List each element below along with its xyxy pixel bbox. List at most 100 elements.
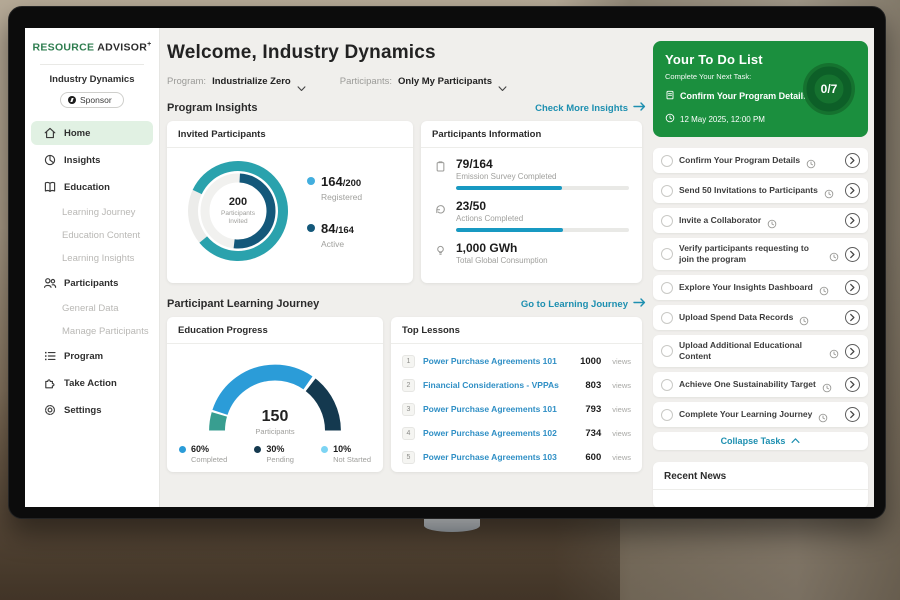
task-checkbox[interactable] — [661, 345, 673, 357]
task-open-button[interactable] — [845, 280, 860, 295]
puzzle-icon — [43, 376, 57, 390]
task-upload-spend-data[interactable]: Upload Spend Data Records — [653, 305, 868, 330]
task-achieve-sustainability-target[interactable]: Achieve One Sustainability Target — [653, 372, 868, 397]
task-checkbox[interactable] — [661, 312, 673, 324]
task-invite-collaborator[interactable]: Invite a Collaborator — [653, 208, 868, 233]
list-icon — [43, 349, 57, 363]
lesson-row: 1 Power Purchase Agreements 101 1000 vie… — [402, 349, 631, 373]
task-checkbox[interactable] — [661, 282, 673, 294]
sidebar-item-home[interactable]: Home — [31, 121, 153, 145]
clock-icon — [822, 380, 832, 390]
main-content: Welcome, Industry Dynamics Program: Indu… — [167, 28, 646, 507]
sidebar-item-learning-insights[interactable]: Learning Insights — [31, 248, 153, 269]
task-checkbox[interactable] — [661, 185, 673, 197]
task-checkbox[interactable] — [661, 248, 673, 260]
task-open-button[interactable] — [845, 247, 860, 262]
gauge-legend: 60% Completed 30% Pending 10% — [167, 436, 383, 464]
invited-donut-chart: 200 Participants Invited 164/200 Registe — [167, 148, 413, 266]
collapse-tasks-button[interactable]: Collapse Tasks — [653, 432, 868, 450]
sidebar-item-settings[interactable]: Settings — [31, 398, 153, 422]
task-open-button[interactable] — [845, 310, 860, 325]
lesson-link[interactable]: Power Purchase Agreements 101 — [423, 404, 577, 414]
sidebar-item-manage-participants[interactable]: Manage Participants — [31, 321, 153, 342]
sidebar-item-insights[interactable]: Insights — [31, 148, 153, 172]
task-open-button[interactable] — [845, 377, 860, 392]
sidebar: RESOURCE ADVISOR+ Industry Dynamics Spon… — [25, 28, 160, 507]
gear-icon — [43, 403, 57, 417]
go-to-learning-journey-link[interactable]: Go to Learning Journey — [521, 298, 646, 310]
learning-journey-heading: Participant Learning Journey — [167, 298, 319, 310]
legend-not-started: 10% Not Started — [321, 444, 371, 464]
todo-summary-card: Your To Do List Complete Your Next Task:… — [653, 41, 868, 137]
task-checkbox[interactable] — [661, 379, 673, 391]
program-insights-heading: Program Insights — [167, 102, 257, 114]
task-open-button[interactable] — [845, 213, 860, 228]
task-open-button[interactable] — [845, 183, 860, 198]
lesson-link[interactable]: Power Purchase Agreements 103 — [423, 452, 577, 462]
recent-news-card: Recent News — [653, 462, 868, 507]
donut-legend: 164/200 Registered 84/164 Active — [307, 173, 362, 249]
legend-dot — [321, 446, 328, 453]
check-more-insights-link[interactable]: Check More Insights — [535, 102, 646, 114]
task-checkbox[interactable] — [661, 155, 673, 167]
program-dropdown[interactable]: Program: Industrialize Zero — [167, 76, 306, 87]
lesson-link[interactable]: Financial Considerations - VPPAs — [423, 380, 577, 390]
donut-chart: 200 Participants Invited — [183, 156, 293, 266]
app-logo: RESOURCE ADVISOR+ — [25, 28, 159, 54]
task-explore-insights[interactable]: Explore Your Insights Dashboard — [653, 275, 868, 300]
task-open-button[interactable] — [845, 153, 860, 168]
chevron-down-icon — [297, 79, 306, 85]
sidebar-item-general-data[interactable]: General Data — [31, 298, 153, 319]
rank-badge: 5 — [402, 451, 415, 464]
task-checkbox[interactable] — [661, 409, 673, 421]
participants-dropdown[interactable]: Participants: Only My Participants — [340, 76, 507, 87]
lesson-row: 5 Power Purchase Agreements 103 600 view… — [402, 445, 631, 469]
participants-information-card: Participants Information 79/164 Emission… — [421, 121, 642, 283]
task-checkbox[interactable] — [661, 215, 673, 227]
legend-dot — [179, 446, 186, 453]
stat-total-consumption: 1,000 GWh Total Global Consumption — [434, 241, 629, 265]
card-title: Invited Participants — [167, 121, 413, 148]
organization-name: Industry Dynamics — [25, 74, 159, 85]
task-list: Confirm Your Program Details Send 50 Inv… — [653, 148, 868, 427]
recent-news-heading: Recent News — [653, 462, 868, 490]
progress-bar — [456, 228, 629, 232]
lessons-list: 1 Power Purchase Agreements 101 1000 vie… — [391, 344, 642, 469]
legend-completed: 60% Completed — [179, 444, 227, 464]
clipboard-icon — [434, 160, 447, 173]
people-icon — [43, 276, 57, 290]
legend-dot — [307, 224, 315, 232]
todo-progress-count: 0/7 — [800, 60, 858, 118]
task-send-invitations[interactable]: Send 50 Invitations to Participants — [653, 178, 868, 203]
task-open-button[interactable] — [845, 344, 860, 359]
program-insights-header: Program Insights Check More Insights — [167, 102, 646, 114]
chevron-up-icon — [791, 436, 800, 446]
rank-badge: 4 — [402, 427, 415, 440]
sidebar-item-program[interactable]: Program — [31, 344, 153, 368]
lesson-link[interactable]: Power Purchase Agreements 101 — [423, 356, 572, 366]
task-complete-learning-journey[interactable]: Complete Your Learning Journey — [653, 402, 868, 427]
monitor-bezel: RESOURCE ADVISOR+ Industry Dynamics Spon… — [8, 6, 886, 519]
lesson-row: 2 Financial Considerations - VPPAs 803 v… — [402, 373, 631, 397]
task-confirm-program-details[interactable]: Confirm Your Program Details — [653, 148, 868, 173]
sidebar-item-participants[interactable]: Participants — [31, 271, 153, 295]
sidebar-item-education-content[interactable]: Education Content — [31, 225, 153, 246]
legend-pending: 30% Pending — [254, 444, 294, 464]
sidebar-item-take-action[interactable]: Take Action — [31, 371, 153, 395]
card-title: Participants Information — [421, 121, 642, 148]
legend-dot — [254, 446, 261, 453]
clock-icon — [819, 283, 829, 293]
legend-dot — [307, 177, 315, 185]
card-title: Top Lessons — [391, 317, 642, 344]
divider — [40, 64, 144, 65]
task-open-button[interactable] — [845, 407, 860, 422]
task-verify-participants[interactable]: Verify participants requesting to join t… — [653, 238, 868, 270]
lesson-link[interactable]: Power Purchase Agreements 102 — [423, 428, 577, 438]
rank-badge: 2 — [402, 379, 415, 392]
lesson-row: 4 Power Purchase Agreements 102 734 view… — [402, 421, 631, 445]
task-upload-educational-content[interactable]: Upload Additional Educational Content — [653, 335, 868, 367]
sidebar-item-learning-journey[interactable]: Learning Journey — [31, 202, 153, 223]
sidebar-item-education[interactable]: Education — [31, 175, 153, 199]
gauge-chart: 150 Participants — [200, 352, 350, 436]
education-progress-card: Education Progress 150 Participants — [167, 317, 383, 472]
